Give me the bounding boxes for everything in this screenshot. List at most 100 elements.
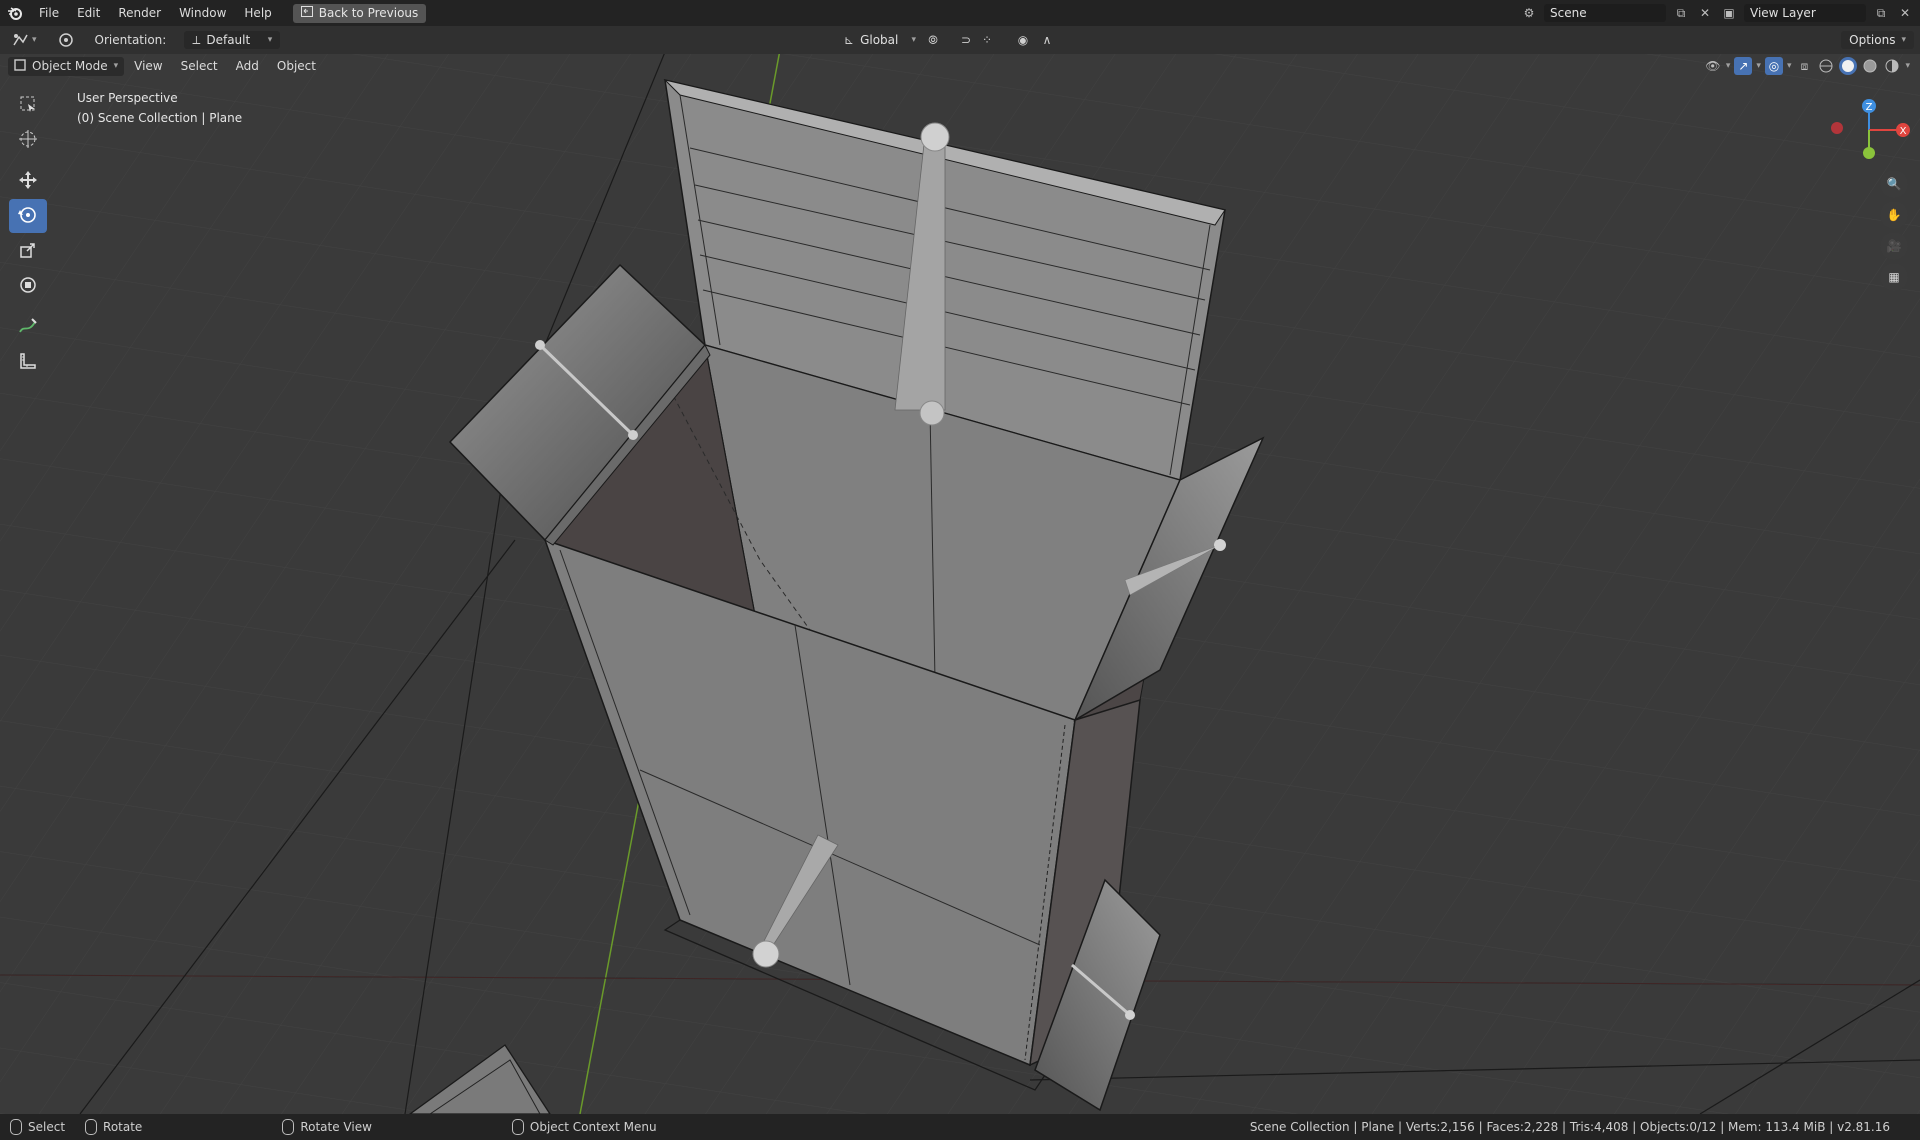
rotate-icon	[17, 204, 39, 229]
viewport-menu-view[interactable]: View	[126, 56, 170, 76]
status-context-menu: Object Context Menu	[502, 1119, 667, 1135]
status-rotate: Rotate	[75, 1119, 152, 1135]
viewport-menu-add[interactable]: Add	[228, 56, 267, 76]
chevron-down-icon[interactable]: ▾	[1726, 61, 1731, 71]
xray-toggle-icon[interactable]: ⧈	[1795, 57, 1813, 75]
cursor-icon	[18, 129, 38, 152]
mid-sphere-handle	[919, 400, 945, 426]
status-select-label: Select	[28, 1120, 66, 1134]
camera-view-button[interactable]: 🎥	[1880, 232, 1908, 260]
measure-icon	[18, 351, 38, 374]
chevron-down-icon: ▾	[911, 35, 916, 45]
new-scene-icon[interactable]: ⧉	[1672, 4, 1690, 22]
select-box-tool[interactable]	[9, 88, 47, 122]
viewport-menu-object[interactable]: Object	[269, 56, 324, 76]
measure-tool[interactable]	[9, 345, 47, 379]
overlays-toggle-icon[interactable]: ◎	[1764, 57, 1783, 75]
gizmo-toggle-icon[interactable]: ↗	[1734, 57, 1753, 75]
cursor-tool[interactable]	[9, 123, 47, 157]
annotate-tool[interactable]	[9, 310, 47, 344]
object-mode-label: Object Mode	[32, 59, 108, 73]
global-axis-icon: ⊾	[844, 33, 855, 47]
viewport-scene[interactable]	[0, 54, 1920, 1114]
menu-window[interactable]: Window	[170, 0, 235, 26]
status-select: Select	[0, 1119, 75, 1135]
ortho-toggle-button[interactable]: ▦	[1880, 263, 1908, 291]
options-dropdown[interactable]: Options ▾	[1841, 31, 1914, 49]
viewport-menu-select[interactable]: Select	[173, 56, 226, 76]
snap-grid-icon[interactable]: ⁘	[976, 29, 998, 51]
status-rotate-view: Rotate View	[272, 1119, 382, 1135]
menu-render[interactable]: Render	[109, 0, 170, 26]
left-toolbar	[9, 88, 47, 380]
mouse-right-icon	[511, 1119, 524, 1135]
viewport-header-right: 👁 ▾ ↗ ▾ ◎ ▾ ⧈ ▾	[1704, 56, 1910, 76]
falloff-icon[interactable]: ∧	[1036, 29, 1058, 51]
rendered-shading-icon[interactable]	[1883, 57, 1901, 75]
orientation-dropdown[interactable]: ⟂ Default ▾	[184, 31, 281, 49]
y-axis-ball[interactable]	[1863, 147, 1875, 159]
menu-help[interactable]: Help	[235, 0, 280, 26]
select-box-icon	[18, 94, 38, 117]
blender-logo-icon[interactable]	[0, 0, 30, 26]
material-shading-icon[interactable]	[1861, 57, 1879, 75]
status-bar: Select Rotate Rotate View Object Context…	[0, 1114, 1920, 1140]
delete-scene-icon[interactable]: ✕	[1696, 4, 1714, 22]
transform-orientation-dropdown[interactable]: ⊾ Global ▾	[836, 31, 924, 49]
snap-icon[interactable]: ⊃	[955, 29, 977, 51]
pivot-point-icon[interactable]: ⦾	[922, 29, 944, 51]
menu-file[interactable]: File	[30, 0, 68, 26]
left-flap-handle-end	[628, 430, 638, 440]
menu-edit[interactable]: Edit	[68, 0, 109, 26]
3d-viewport[interactable]	[0, 54, 1920, 1114]
back-to-previous-button[interactable]: Back to Previous	[292, 3, 427, 23]
chevron-down-icon: ▾	[1901, 35, 1906, 45]
view-name-label: User Perspective	[77, 91, 178, 105]
axis-icon: ⟂	[192, 32, 201, 47]
rotate-tool-icon[interactable]	[55, 29, 77, 51]
chevron-down-icon[interactable]: ▾	[1787, 61, 1792, 71]
left-flap-handle-end	[535, 340, 545, 350]
view-layer-field[interactable]: View Layer	[1744, 4, 1866, 22]
chevron-down-icon: ▾	[267, 35, 273, 45]
top-right-selectors: ⚙ Scene ⧉ ✕ ▣ View Layer ⧉ ✕	[1520, 0, 1920, 26]
new-view-layer-icon[interactable]: ⧉	[1872, 4, 1890, 22]
editor-type-chevron-icon[interactable]: ▾	[32, 35, 37, 45]
rotate-tool[interactable]	[9, 199, 47, 233]
status-rotate-label: Rotate	[103, 1120, 143, 1134]
view-layer-name: View Layer	[1750, 6, 1816, 20]
wireframe-shading-icon[interactable]	[1817, 57, 1835, 75]
proportional-edit-icon[interactable]: ◉	[1012, 29, 1034, 51]
status-rotate-view-label: Rotate View	[300, 1120, 372, 1134]
scene-icon[interactable]: ⚙	[1520, 4, 1538, 22]
neg-x-axis-ball[interactable]	[1831, 122, 1843, 134]
move-tool[interactable]	[9, 164, 47, 198]
chevron-down-icon[interactable]: ▾	[1756, 61, 1761, 71]
scene-field[interactable]: Scene	[1544, 4, 1666, 22]
view-layer-icon[interactable]: ▣	[1720, 4, 1738, 22]
top-sphere-handle	[920, 122, 950, 152]
editor-type-icon[interactable]	[10, 29, 32, 51]
visibility-eye-icon[interactable]: 👁	[1704, 57, 1722, 75]
mouse-left-icon	[10, 1119, 22, 1135]
grid-icon: ▦	[1888, 270, 1900, 284]
screen-back-icon	[300, 6, 313, 20]
bottom-right-flap-handle-end	[1125, 1010, 1135, 1020]
zoom-button[interactable]: 🔍	[1880, 170, 1908, 198]
mouse-middle-icon	[282, 1119, 295, 1135]
delete-view-layer-icon[interactable]: ✕	[1896, 4, 1914, 22]
object-mode-dropdown[interactable]: Object Mode ▾	[8, 56, 125, 76]
transform-tool[interactable]	[9, 269, 47, 303]
chevron-down-icon[interactable]: ▾	[1905, 61, 1910, 71]
pan-button[interactable]: ✋	[1880, 201, 1908, 229]
scale-tool[interactable]	[9, 234, 47, 268]
tool-settings-header: ▾ Orientation: ⟂ Default ▾ ⊾ Global ▾ ⦾ …	[0, 26, 1920, 55]
orientation-value: Default	[206, 33, 251, 47]
transform-orientation-value: Global	[860, 33, 899, 47]
hand-icon: ✋	[1886, 208, 1902, 222]
orientation-label: Orientation:	[94, 33, 167, 47]
collection-label: (0) Scene Collection | Plane	[77, 111, 243, 125]
solid-shading-icon[interactable]	[1839, 57, 1858, 75]
navigation-gizmo[interactable]: Z X	[1822, 92, 1912, 172]
scene-statistics: Scene Collection | Plane | Verts:2,156 |…	[1249, 1120, 1890, 1134]
